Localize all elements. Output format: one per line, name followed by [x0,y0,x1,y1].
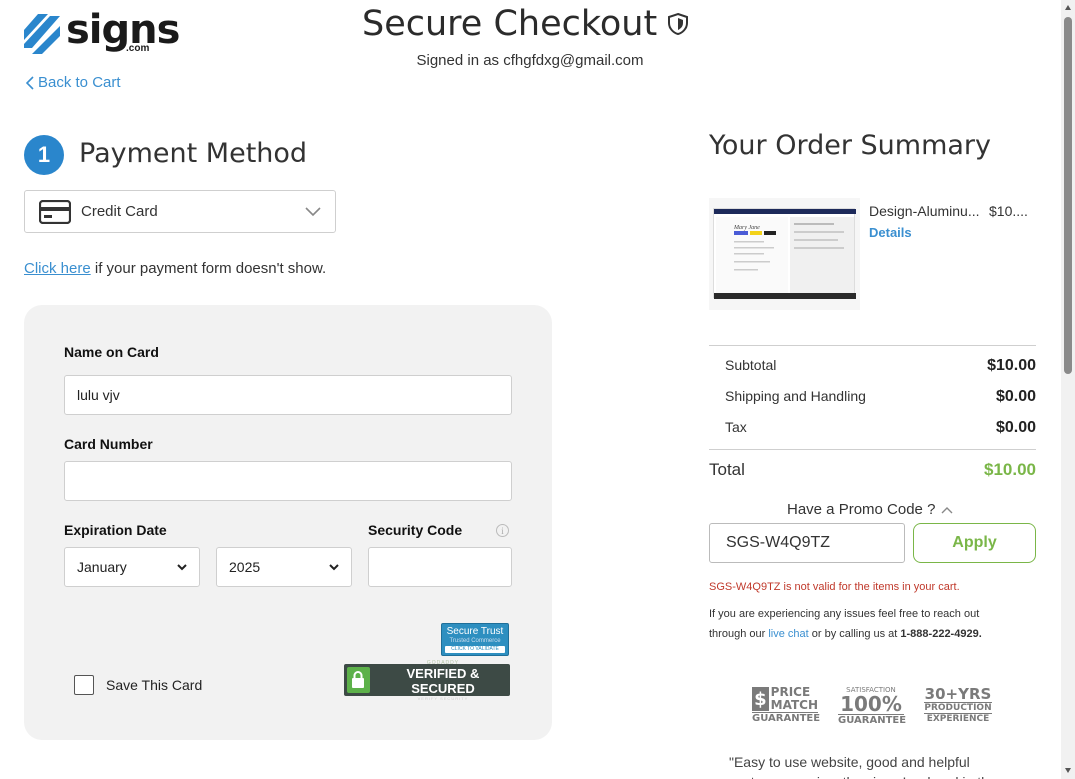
expiry-month-value: January [77,559,127,575]
cart-item-price: $10.... [989,203,1028,219]
chevron-down-icon [305,206,321,216]
promo-code-input[interactable] [709,523,905,563]
payment-method-dropdown[interactable]: Credit Card [24,190,336,233]
support-line2-mid: or by calling us at [808,628,901,640]
satisfaction-badge: SATISFACTION 100% GUARANTEE [838,686,907,726]
verified-secured-text: VERIFIED & SECURED [406,665,480,696]
promo-error-message: SGS-W4Q9TZ is not valid for the items in… [709,581,960,593]
click-here-link[interactable]: Click here [24,260,91,277]
tax-label: Tax [725,419,747,435]
payment-method-value: Credit Card [81,203,158,220]
card-number-label: Card Number [64,436,153,452]
promo-code-toggle[interactable]: Have a Promo Code ? [787,501,953,518]
total-divider [709,449,1036,450]
secure-trust-badge[interactable]: Secure Trust Trusted Commerce CLICK TO V… [441,623,509,656]
scroll-up-arrow-icon[interactable] [1064,4,1072,12]
dollar-icon: $ [752,687,769,711]
guarantee-badges: $ PRICE MATCH GUARANTEE SATISFACTION 100… [752,686,992,726]
page-title-text: Secure Checkout [362,4,658,44]
tax-row: Tax $0.00 [725,419,1036,437]
name-on-card-label: Name on Card [64,344,159,360]
product-thumbnail[interactable]: Mary Jane [709,198,860,310]
shield-icon [668,12,689,36]
godaddy-verified-badge[interactable]: GODADDY VERIFIED & SECURED VERIFY SECURI… [344,660,510,701]
step-number-badge: 1 [24,135,64,175]
item-details-link[interactable]: Details [869,225,912,240]
expiry-month-select[interactable]: January [64,547,200,587]
chevron-down-icon [329,563,339,570]
satisfaction-bottom: GUARANTEE [838,714,907,726]
payment-method-title: Payment Method [79,138,308,169]
subtotal-value: $10.00 [987,357,1036,374]
chevron-down-icon [177,563,187,570]
trust-badge-validate: CLICK TO VALIDATE [445,646,505,653]
apply-promo-button[interactable]: Apply [913,523,1036,563]
scroll-down-arrow-icon[interactable] [1064,766,1072,774]
signed-in-text: Signed in as cfhgfdxg@gmail.com [416,52,644,69]
back-to-cart-label: Back to Cart [38,74,121,91]
save-card-label: Save This Card [106,677,203,693]
order-summary-title: Your Order Summary [709,130,992,161]
lock-icon [347,667,370,693]
experience-top: 30+YRS [924,685,992,703]
name-on-card-input[interactable] [64,375,512,415]
card-number-input[interactable] [64,461,512,501]
back-to-cart-link[interactable]: Back to Cart [26,74,121,91]
price-match-bottom: GUARANTEE [752,712,821,724]
satisfaction-mid: 100% [840,692,902,716]
trust-badge-title: Secure Trust [446,626,504,637]
summary-divider [709,345,1036,346]
verify-security-text: VERIFY SECURITY [417,695,469,701]
support-phone[interactable]: 1-888-222-4929. [900,628,981,640]
expiry-year-select[interactable]: 2025 [216,547,352,587]
expiration-date-label: Expiration Date [64,522,167,538]
total-label: Total [709,460,745,479]
logo-wordmark: signs [66,7,180,53]
trust-badge-subtitle: Trusted Commerce [449,638,501,644]
experience-mid: PRODUCTION [924,702,992,713]
signs-logo[interactable]: signs .com [24,7,180,56]
shipping-value: $0.00 [995,388,1036,405]
svg-text:Mary Jane: Mary Jane [733,225,760,231]
support-help-text: If you are experiencing any issues feel … [709,604,1039,644]
cart-item-name: Design-Aluminu... [869,203,980,219]
promo-code-heading: Have a Promo Code ? [787,501,936,518]
customer-testimonial: "Easy to use website, good and helpful c… [729,754,997,779]
price-match-badge: $ PRICE MATCH GUARANTEE [752,686,821,726]
save-card-checkbox[interactable] [74,675,94,695]
chevron-up-icon [941,506,953,513]
subtotal-label: Subtotal [725,357,777,373]
security-code-input[interactable] [368,547,512,587]
support-line1: If you are experiencing any issues feel … [709,608,980,620]
credit-card-icon [39,199,71,224]
experience-bottom: EXPERIENCE [924,713,992,724]
total-row: Total $10.00 [709,460,1036,480]
info-icon[interactable]: i [496,524,509,537]
shipping-label: Shipping and Handling [725,388,866,404]
subtotal-row: Subtotal $10.00 [725,357,1036,375]
scrollbar-thumb[interactable] [1064,17,1072,374]
support-line2-pre: through our [709,628,769,640]
payment-help-text: if your payment form doesn't show. [90,260,327,277]
experience-badge: 30+YRS PRODUCTION EXPERIENCE [924,686,992,726]
chevron-left-icon [26,75,34,90]
page-title: Secure Checkout [362,4,689,44]
total-value: $10.00 [984,460,1036,479]
shipping-row: Shipping and Handling $0.00 [725,388,1036,406]
security-code-label: Security Code [368,522,463,538]
price-match-mid: MATCH [770,698,818,712]
payment-form-help: Click here if your payment form doesn't … [24,260,326,277]
thumbnail-screenshot: Mary Jane [713,208,856,299]
live-chat-link[interactable]: live chat [768,628,808,640]
logo-stripes-icon [24,14,60,54]
tax-value: $0.00 [995,419,1036,436]
expiry-year-value: 2025 [229,559,261,575]
